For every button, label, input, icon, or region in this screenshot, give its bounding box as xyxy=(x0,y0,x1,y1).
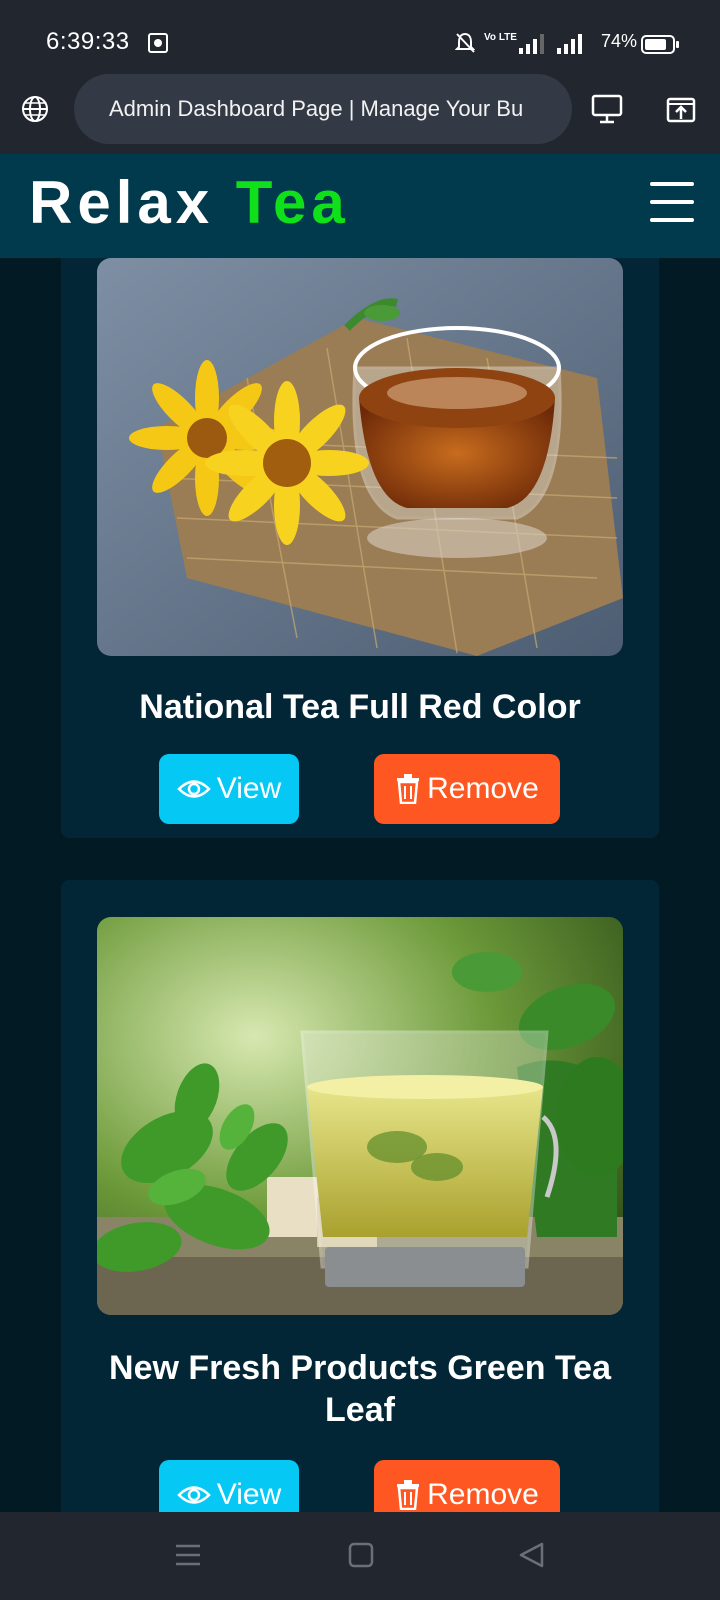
brand-word-tea: Tea xyxy=(235,169,350,236)
screenshot-icon xyxy=(148,33,168,53)
product-title: National Tea Full Red Color xyxy=(139,688,581,726)
eye-icon xyxy=(176,1486,211,1504)
product-list: National Tea Full Red Color View Remove xyxy=(0,258,720,1512)
view-label: View xyxy=(216,772,282,805)
globe-icon[interactable] xyxy=(20,94,50,124)
hamburger-icon[interactable] xyxy=(650,182,694,222)
volte-icon: Vo LTE xyxy=(484,32,517,43)
remove-button[interactable]: Remove xyxy=(374,1460,560,1512)
product-image[interactable] xyxy=(97,917,623,1315)
desktop-icon[interactable] xyxy=(591,94,623,124)
battery-icon xyxy=(641,35,679,54)
product-title: New Fresh Products Green Tea Leaf xyxy=(109,1349,611,1429)
clock: 6:39:33 xyxy=(46,28,130,55)
brand-logo[interactable]: Relax Tea xyxy=(29,168,350,238)
share-icon[interactable] xyxy=(666,94,696,124)
product-image[interactable] xyxy=(97,258,623,656)
trash-icon xyxy=(397,774,420,804)
app-header: Relax Tea xyxy=(0,154,720,258)
battery-percent: 74% xyxy=(601,31,638,51)
browser-toolbar: Admin Dashboard Page | Manage Your Bu xyxy=(0,74,720,154)
back-triangle-icon[interactable] xyxy=(518,1542,544,1568)
bell-off-icon xyxy=(455,32,475,53)
brand-word-relax: Relax xyxy=(29,169,215,236)
remove-label: Remove xyxy=(427,772,539,805)
page-title: Admin Dashboard Page | Manage Your Bu xyxy=(109,96,524,121)
view-button[interactable]: View xyxy=(159,1460,299,1512)
product-card: National Tea Full Red Color View Remove xyxy=(61,258,659,838)
address-bar[interactable]: Admin Dashboard Page | Manage Your Bu xyxy=(74,74,572,144)
remove-label: Remove xyxy=(427,1478,539,1511)
remove-button[interactable]: Remove xyxy=(374,754,560,824)
eye-icon xyxy=(176,780,211,798)
signal-icon xyxy=(557,34,582,54)
menu-icon[interactable] xyxy=(175,1542,201,1568)
view-button[interactable]: View xyxy=(159,754,299,824)
product-card: New Fresh Products Green Tea Leaf View R… xyxy=(61,880,659,1512)
system-nav-bar xyxy=(0,1512,720,1600)
home-square-icon[interactable] xyxy=(348,1542,374,1568)
trash-icon xyxy=(397,1480,420,1510)
signal-icon xyxy=(519,34,544,54)
view-label: View xyxy=(216,1478,282,1511)
status-bar: 6:39:33 Vo LTE 74% xyxy=(0,0,720,74)
